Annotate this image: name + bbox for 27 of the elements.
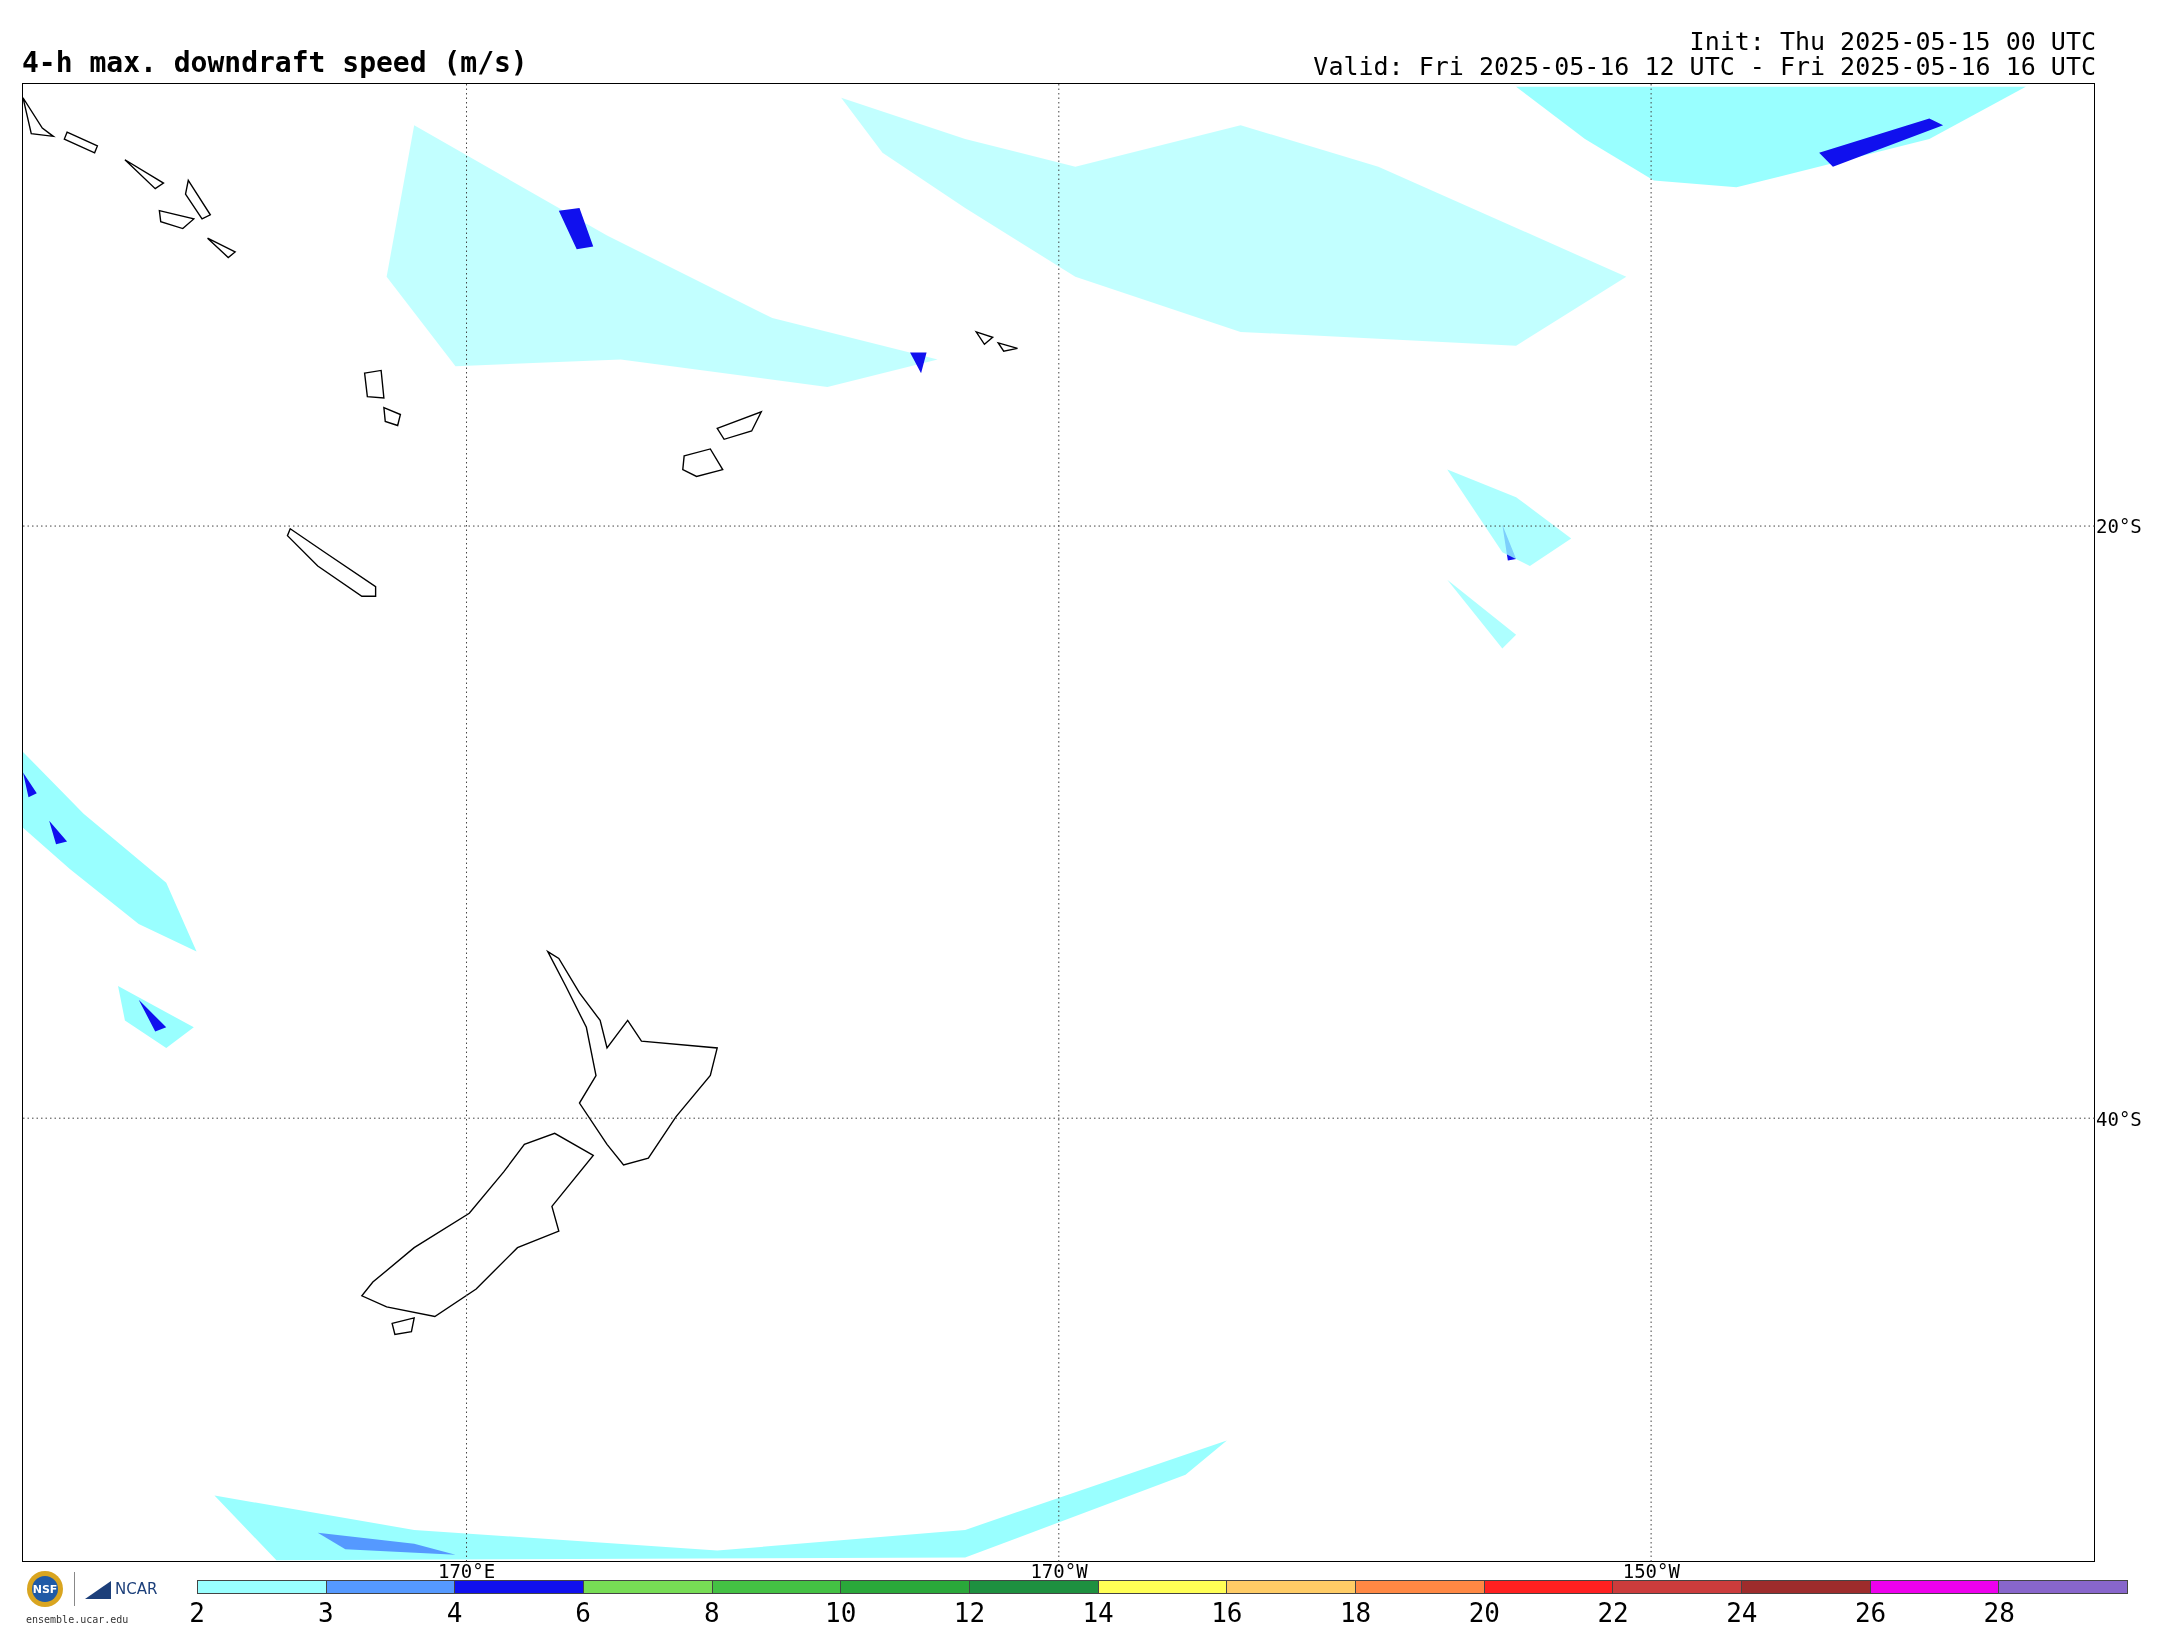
tick-label: 26 [1854, 1600, 1887, 1626]
latitude-label: 20°S [2095, 513, 2142, 539]
tick-label: 12 [953, 1600, 986, 1626]
valid-time: Valid: Fri 2025-05-16 12 UTC - Fri 2025-05-16 16 UTC [1313, 54, 2096, 79]
site-url: ensemble.ucar.edu [26, 1613, 130, 1626]
longitude-label: 170°W [1030, 1561, 1088, 1582]
longitude-label: 170°E [438, 1561, 496, 1582]
tick-label: 3 [317, 1600, 334, 1626]
longitude-label: 150°W [1622, 1561, 1680, 1582]
tick-label: 2 [189, 1600, 205, 1626]
tick-label: 20 [1468, 1600, 1500, 1626]
tick-label: 10 [825, 1600, 857, 1626]
tick-label: 14 [1082, 1600, 1114, 1626]
tick-label: 16 [1211, 1600, 1243, 1626]
tick-label: 4 [446, 1600, 463, 1626]
latitude-label: 40°S [2095, 1106, 2142, 1132]
seal-logo-icon: NSF [26, 1570, 64, 1608]
init-time: Init: Thu 2025-05-15 00 UTC [1688, 29, 2096, 54]
logo-text: NCAR [115, 1578, 158, 1600]
chart-title: 4-h max. downdraft speed (m/s) [22, 49, 528, 77]
tick-label: 24 [1726, 1600, 1758, 1626]
tick-label: 6 [575, 1600, 591, 1626]
tick-label: 28 [1983, 1600, 2015, 1626]
tick-label: 22 [1597, 1600, 1629, 1626]
tick-label: 18 [1339, 1600, 1372, 1626]
tick-label: 8 [704, 1600, 720, 1626]
triangle-logo-icon [85, 1579, 111, 1599]
